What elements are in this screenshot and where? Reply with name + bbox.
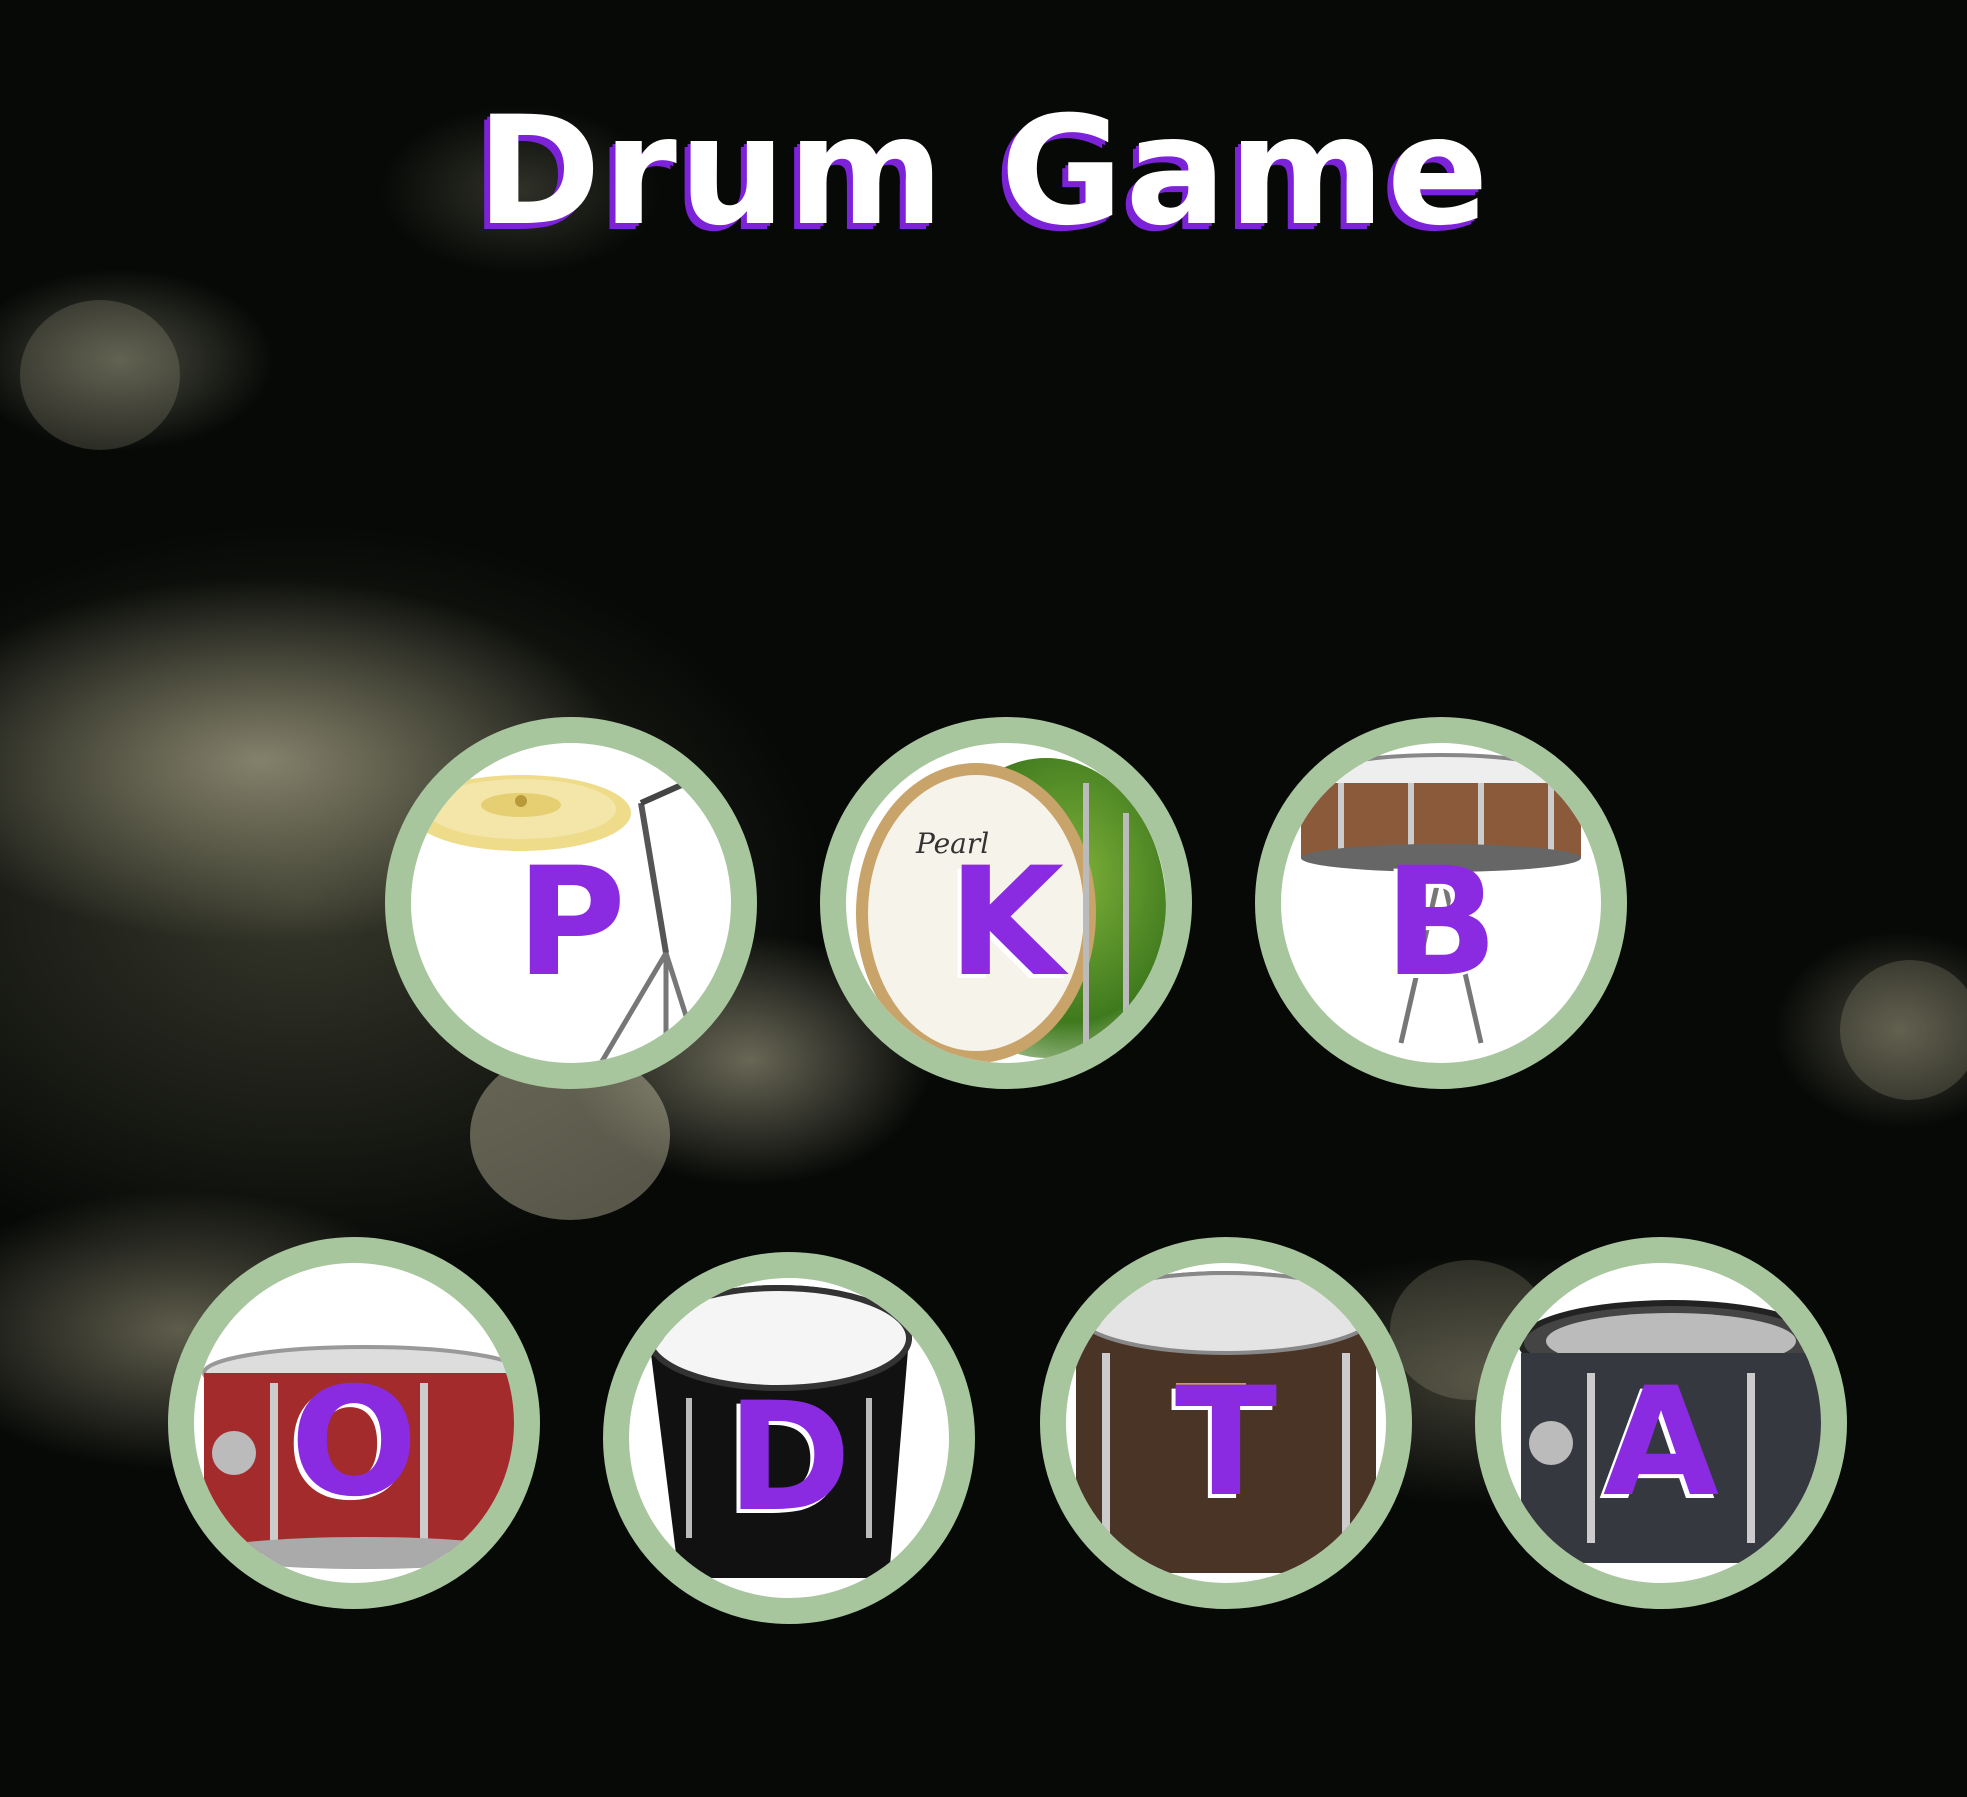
drum-pad-black-tom[interactable]: A [1475,1237,1847,1609]
drum-pad-snare[interactable]: B [1255,717,1627,1089]
drum-pad-bass-drum[interactable]: Pearl K [820,717,1192,1089]
drum-pad-floor-tom[interactable]: D [603,1252,975,1624]
key-label: O [290,1356,418,1530]
key-label: K [947,836,1065,1010]
key-label: P [516,836,626,1010]
key-label: D [726,1371,852,1545]
key-label: B [1383,836,1499,1010]
key-label: A [1602,1356,1720,1530]
drum-pad-brown-tom[interactable]: T [1040,1237,1412,1609]
key-label: T [1174,1356,1278,1530]
page-title: Drum Game [476,85,1491,259]
drum-pad-red-tom[interactable]: O [168,1237,540,1609]
bokeh-light [20,300,180,450]
drum-pad-cymbal[interactable]: P [385,717,757,1089]
bokeh-light [1840,960,1967,1100]
